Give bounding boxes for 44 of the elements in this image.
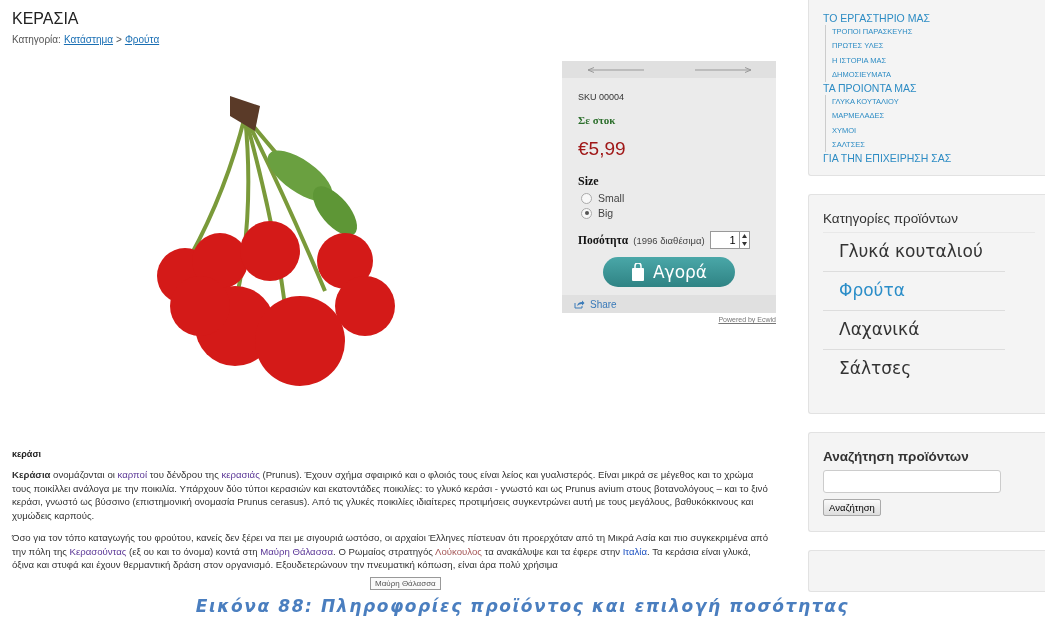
menu-item[interactable]: ΓΙΑ ΤΗΝ ΕΠΙΧΕΙΡΗΣΗ ΣΑΣ: [823, 152, 1045, 166]
radio-button[interactable]: [581, 192, 592, 204]
shopping-bag-icon: [630, 263, 645, 281]
availability-text: (1996 διαθέσιμα): [633, 234, 705, 246]
link-tooltip: Μαύρη Θάλασσα: [370, 577, 441, 590]
text-link[interactable]: Κερασούντας: [69, 545, 127, 557]
menu-item[interactable]: ΤΟ ΕΡΓΑΣΤΗΡΙΟ ΜΑΣ: [823, 12, 1045, 25]
text-link[interactable]: κερασιάς: [221, 469, 260, 480]
sku-text: SKU 00004: [578, 92, 626, 102]
option-label: Size: [578, 174, 600, 189]
right-arrow-icon[interactable]: [693, 66, 752, 73]
stock-status: Σε στοκ: [578, 114, 617, 126]
category-link[interactable]: Σάλτσες: [823, 350, 1005, 389]
share-link[interactable]: Share: [562, 295, 776, 313]
category-link[interactable]: Φρούτα: [823, 272, 1005, 312]
quantity-field[interactable]: 1: [709, 231, 739, 249]
search-button[interactable]: Αναζήτηση: [823, 499, 881, 517]
category-link[interactable]: Λαχανικά: [823, 311, 1005, 351]
text-link[interactable]: Λούκουλος: [435, 545, 482, 557]
text-link[interactable]: καρποί: [117, 469, 147, 480]
quantity-label: Ποσότητα: [578, 234, 629, 246]
spinner-down-icon[interactable]: [739, 240, 749, 248]
breadcrumb-link[interactable]: Κατάστημα: [63, 34, 114, 45]
description-paragraph: Όσο για τον τόπο καταγωγής του φρούτου, κανείς δεν ξέρει να πει με σιγουριά ωστόσο, οι αρχαίοι Έλληνες πίστευαν ότι προερχόταν από τη Μικρά Ασία και πιο συγκεκριμένα από την πόλη της Κερασούντας (εξ ου και το όνομα) κοντά στη Μαύρη Θάλασσα. Ο Ρωμαίος στρατηγός Λούκουλος τα ανακάλυψε και τα έφερε στην Ιταλία. Τα κεράσια είναι γλυκά, όξινα και στυφά και έχουν θερμαντική δράση στον οργανισμό. Εξουδετερώνουν την πνευματική κόπωση, είναι άρα πολύ χρήσιμα: [12, 531, 769, 572]
option-text: Small: [598, 192, 625, 204]
category-link[interactable]: Γλυκά κουταλιού: [823, 233, 1005, 273]
option-text: Big: [598, 207, 614, 219]
spinner-up-icon[interactable]: [739, 232, 749, 240]
menu-item[interactable]: ΤΑ ΠΡΟΙΟΝΤΑ ΜΑΣ: [823, 82, 1045, 96]
share-icon: [574, 299, 585, 309]
breadcrumb-link[interactable]: Φρούτα: [124, 34, 160, 45]
radio-button[interactable]: [581, 207, 592, 219]
search-field[interactable]: [823, 470, 1001, 494]
price: €5,99: [578, 138, 627, 160]
left-arrow-icon[interactable]: [586, 66, 645, 73]
categories-title: Κατηγορίες προϊόντων: [823, 211, 1035, 234]
buy-button[interactable]: Αγορά: [603, 257, 735, 287]
breadcrumb-separator: >: [116, 34, 122, 45]
breadcrumb-label: Κατηγορία:: [12, 34, 61, 45]
description-heading: κεράσι: [12, 449, 43, 459]
description-paragraph: Κεράσια ονομάζονται οι καρποί του δένδρου της κερασιάς (Prunus). Έχουν σχήμα σφαιρικό και ο φλοιός τους είναι λείος και γυαλιστερός. Είναι μικρά σε μέγεθος και το χρώμα τους ποικίλλει ανάλογα με την ποικιλία. Υπάρχουν δύο τύποι κερασιών και εκατοντάδες ποικιλίες: το γλυκό κεράσι - γνωστό και ως Prunus avium στους βοτανολόγους – και το ξινό κεράσι, γνωστό ως βύσσινο (επιστημονική ονομασία Prunus cerasus). Από τις γλυκές ποικιλίες ιδιαίτερες προτιμήσεις συγκεντρώνει αυτή με τους μεγάλους, βαθυκόκκινους και χυμώδεις καρπούς.: [12, 468, 769, 522]
search-title: Αναζήτηση προϊόντων: [823, 449, 970, 465]
product-title: ΚΕΡΑΣΙΑ: [12, 10, 80, 28]
figure-caption: Εικόνα 88: Πληροφορίες προϊόντος και επιλογή ποσότητας: [195, 595, 850, 616]
